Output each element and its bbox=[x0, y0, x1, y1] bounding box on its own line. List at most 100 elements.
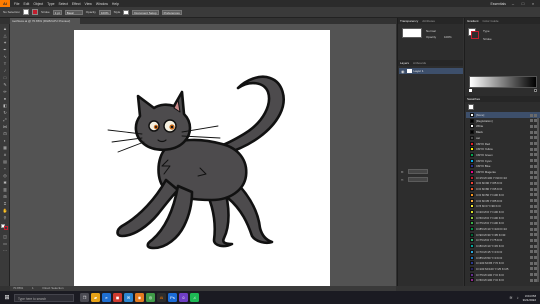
stroke-color-icon[interactable] bbox=[4, 226, 8, 230]
wifi-icon[interactable]: ≋ bbox=[509, 295, 512, 300]
menu-view[interactable]: View bbox=[85, 2, 92, 6]
blob-brush-tool-icon[interactable]: ● bbox=[2, 96, 8, 101]
stroke-weight-field[interactable]: 1 pt bbox=[52, 9, 62, 15]
style-swatch[interactable] bbox=[123, 9, 130, 15]
zoom-level[interactable]: 70.86% bbox=[13, 286, 23, 290]
curvature-tool-icon[interactable]: ∿ bbox=[2, 54, 8, 59]
swatch-chip bbox=[470, 198, 474, 203]
eye-icon[interactable]: ◉ bbox=[401, 69, 405, 74]
perspective-grid-tool-icon[interactable]: ▦ bbox=[2, 145, 8, 150]
gradient-slider[interactable] bbox=[469, 76, 537, 88]
stroke-label: Stroke bbox=[41, 10, 50, 14]
swatch-fill-preview[interactable] bbox=[468, 104, 474, 110]
tab-artboards[interactable]: Artboards bbox=[413, 61, 426, 65]
taskbar-search-input[interactable]: Type here to search bbox=[14, 293, 74, 302]
pencil-tool-icon[interactable]: ✏ bbox=[2, 89, 8, 94]
discord-icon[interactable]: ☺ bbox=[179, 293, 188, 302]
direct-selection-tool-icon[interactable]: △ bbox=[2, 33, 8, 38]
swatch-name: CMYK Red bbox=[476, 141, 490, 146]
selection-tool-icon[interactable]: ▲ bbox=[2, 26, 8, 31]
mail-icon[interactable]: ✉ bbox=[124, 293, 133, 302]
opacity-label: Opacity bbox=[426, 35, 437, 39]
close-icon[interactable]: × bbox=[530, 1, 536, 6]
artboard[interactable] bbox=[74, 30, 330, 286]
pen-tool-icon[interactable]: ✒ bbox=[2, 47, 8, 52]
fill-swatch[interactable] bbox=[23, 9, 30, 15]
menu-object[interactable]: Object bbox=[33, 2, 43, 6]
hand-tool-icon[interactable]: ✋ bbox=[2, 208, 8, 213]
maximize-icon[interactable]: □ bbox=[520, 1, 526, 6]
rectangle-tool-icon[interactable]: □ bbox=[2, 75, 8, 80]
gradient-tool-icon[interactable]: ▤ bbox=[2, 159, 8, 164]
volume-icon[interactable]: ♪ bbox=[517, 295, 519, 300]
swatch-row[interactable]: C=50 M=100 Y=0 K=0 bbox=[466, 277, 540, 283]
width-tool-icon[interactable]: ⋈ bbox=[2, 124, 8, 129]
column-graph-tool-icon[interactable]: ▥ bbox=[2, 187, 8, 192]
artboard-tool-icon[interactable]: ⊞ bbox=[2, 194, 8, 199]
gradient-stroke-icon[interactable] bbox=[471, 31, 479, 39]
menu-type[interactable]: Type bbox=[47, 2, 54, 6]
line-tool-icon[interactable]: / bbox=[2, 68, 8, 73]
gradient-stop-white[interactable] bbox=[469, 89, 472, 92]
minimize-icon[interactable]: – bbox=[510, 1, 516, 6]
cat-whiskers-left bbox=[107, 129, 145, 153]
tab-transparency[interactable]: Transparency bbox=[400, 19, 418, 23]
menu-select[interactable]: Select bbox=[58, 2, 67, 6]
zoom-tool-icon[interactable]: ⚲ bbox=[2, 215, 8, 220]
stroke-swatch[interactable] bbox=[32, 9, 39, 15]
mesh-tool-icon[interactable]: # bbox=[2, 152, 8, 157]
spotify-icon[interactable]: ♫ bbox=[190, 293, 199, 302]
tab-gradient[interactable]: Gradient bbox=[467, 19, 479, 23]
scale-tool-icon[interactable]: ⤢ bbox=[2, 117, 8, 122]
tab-swatches[interactable]: Swatches bbox=[467, 97, 480, 101]
menu-edit[interactable]: Edit bbox=[23, 2, 29, 6]
task-view-icon[interactable]: ❐ bbox=[80, 293, 89, 302]
photoshop-icon[interactable]: Ps bbox=[168, 293, 177, 302]
x-field[interactable] bbox=[408, 169, 428, 174]
y-field[interactable] bbox=[408, 177, 428, 182]
symbol-sprayer-tool-icon[interactable]: ✱ bbox=[2, 180, 8, 185]
workspace-switcher[interactable]: Essentials bbox=[491, 2, 506, 6]
document-setup-button[interactable]: Document Setup bbox=[132, 9, 159, 15]
gradient-stop-black[interactable] bbox=[534, 89, 537, 92]
magic-wand-tool-icon[interactable]: ✦ bbox=[2, 40, 8, 45]
tab-layers[interactable]: Layers bbox=[400, 61, 409, 65]
menu-effect[interactable]: Effect bbox=[72, 2, 81, 6]
firefox-icon[interactable]: ◉ bbox=[135, 293, 144, 302]
artboard-number[interactable]: 1 bbox=[32, 286, 34, 290]
swatch-type-icon bbox=[530, 261, 537, 265]
menu-help[interactable]: Help bbox=[112, 2, 119, 6]
drawing-modes-icon[interactable]: ◫ bbox=[2, 234, 8, 239]
illustrator-icon[interactable]: Ai bbox=[157, 293, 166, 302]
windows-start-icon[interactable]: ⊞ bbox=[3, 294, 11, 302]
slice-tool-icon[interactable]: ⌗ bbox=[2, 201, 8, 206]
layer-row[interactable]: ◉ Layer 1 bbox=[399, 68, 463, 74]
screen-mode-icon[interactable]: ▭ bbox=[2, 241, 8, 246]
eraser-tool-icon[interactable]: ◧ bbox=[2, 103, 8, 108]
tab-attributes[interactable]: Attributes bbox=[422, 19, 435, 23]
free-transform-tool-icon[interactable]: ⊡ bbox=[2, 131, 8, 136]
opacity-field[interactable]: 100% bbox=[98, 9, 111, 15]
edge-icon[interactable]: e bbox=[102, 293, 111, 302]
opacity-value[interactable]: 100% bbox=[444, 35, 452, 39]
x-label: X: bbox=[401, 170, 404, 174]
preferences-button[interactable]: Preferences bbox=[161, 9, 182, 15]
blend-tool-icon[interactable]: ◎ bbox=[2, 173, 8, 178]
eyedropper-tool-icon[interactable]: ⌁ bbox=[2, 166, 8, 171]
menu-window[interactable]: Window bbox=[96, 2, 108, 6]
taskbar-clock[interactable]: 3:04 PM 3/21/2022 bbox=[523, 294, 536, 302]
cat-illustration[interactable] bbox=[74, 30, 330, 286]
menu-file[interactable]: File bbox=[14, 2, 19, 6]
edit-toolbar-icon[interactable]: ⋯ bbox=[2, 248, 8, 253]
paintbrush-tool-icon[interactable]: ✎ bbox=[2, 82, 8, 87]
blend-mode-select[interactable]: Normal bbox=[426, 29, 436, 33]
chrome-icon[interactable]: ◎ bbox=[146, 293, 155, 302]
store-icon[interactable]: ◼ bbox=[113, 293, 122, 302]
shape-builder-tool-icon[interactable]: ◐ bbox=[2, 138, 8, 143]
tab-color-guide[interactable]: Color Guide bbox=[483, 19, 499, 23]
rotate-tool-icon[interactable]: ↻ bbox=[2, 110, 8, 115]
brush-select[interactable]: Basic bbox=[64, 9, 83, 15]
type-tool-icon[interactable]: T bbox=[2, 61, 8, 66]
file-explorer-icon[interactable]: ▰ bbox=[91, 293, 100, 302]
swatch-type-icon bbox=[530, 181, 537, 185]
